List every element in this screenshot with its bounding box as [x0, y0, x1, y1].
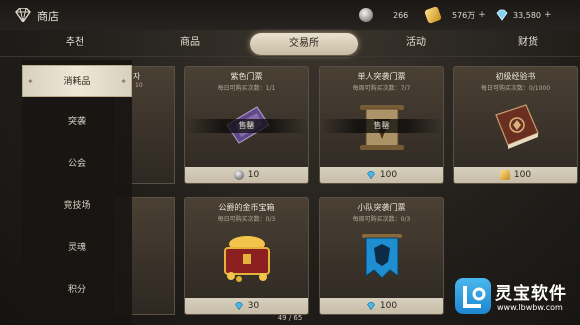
- category-sidebar: 消耗品 突袭 公会 竞技场 灵魂 积分: [22, 60, 132, 325]
- gold-coin-counter[interactable]: 576万 +: [424, 6, 486, 24]
- sidebar-item-arena[interactable]: 竞技场: [22, 190, 132, 222]
- card-limit: 每日可购买次数：1/1: [217, 85, 276, 92]
- shop-card-purple-ticket[interactable]: 紫色门票 每日可购买次数：1/1 售罄 10: [184, 66, 309, 184]
- watermark: 灵宝软件 www.lbwbw.com: [455, 272, 580, 322]
- page-title: 商店: [37, 10, 59, 23]
- card-price: 10: [247, 170, 260, 180]
- tab-recommend[interactable]: 추천: [35, 30, 115, 56]
- tab-wealth[interactable]: 财货: [488, 30, 568, 56]
- watermark-logo-icon: [455, 278, 491, 314]
- sidebar-item-points[interactable]: 积分: [22, 274, 132, 306]
- gold-coin-icon: [424, 6, 442, 24]
- shop-card-squad-raid-ticket[interactable]: 小队突袭门票 每周可购买次数：0/3 100: [319, 197, 444, 315]
- card-name: 公爵的金币宝箱: [218, 203, 275, 212]
- card-price: 30: [247, 301, 260, 311]
- add-diamond-button[interactable]: +: [544, 10, 552, 20]
- card-name: 紫色门票: [230, 72, 263, 81]
- gold-coin-icon: [499, 170, 510, 180]
- card-price: 100: [379, 170, 398, 180]
- card-name: 单人突袭门票: [357, 72, 406, 81]
- silver-coin-counter: 266: [359, 6, 408, 24]
- diamond-icon: [366, 171, 375, 180]
- sold-out-label: 售罄: [185, 119, 308, 133]
- sidebar-item-guild[interactable]: 公会: [22, 148, 132, 180]
- shop-card-exp-book[interactable]: 初级经验书 每日可购买次数：0/1000 100: [453, 66, 578, 184]
- exp-book-icon: [495, 104, 539, 149]
- diamond-icon: [496, 9, 508, 21]
- tab-exchange[interactable]: 交易所: [250, 33, 358, 55]
- card-limit: 每日可购买次数：0/1000: [480, 85, 551, 92]
- tab-events[interactable]: 活动: [376, 30, 456, 56]
- card-price: 100: [513, 170, 532, 180]
- top-bar: 商店 266 576万 + 33,580 +: [0, 0, 580, 30]
- diamond-icon: [234, 302, 243, 311]
- sidebar-item-consumables[interactable]: 消耗品: [22, 65, 132, 98]
- treasure-chest-icon: [224, 236, 270, 282]
- card-name: 小队突袭门票: [357, 203, 406, 212]
- price-bar: 100: [320, 298, 443, 314]
- price-bar: 30: [185, 298, 308, 314]
- diamond-icon: [366, 302, 375, 311]
- diamond-counter[interactable]: 33,580 +: [495, 6, 552, 24]
- card-price: 100: [379, 301, 398, 311]
- add-gold-button[interactable]: +: [478, 10, 486, 20]
- shop-card-solo-raid-ticket[interactable]: 单人突袭门票 每周可购买次数：7/7 售罄 100: [319, 66, 444, 184]
- watermark-text: 灵宝软件: [495, 284, 567, 304]
- card-limit: 每周可购买次数：0/3: [352, 216, 411, 223]
- price-bar: 100: [320, 167, 443, 183]
- shop-card-gold-chest[interactable]: 公爵的金币宝箱 每日可购买次数：0/3 30: [184, 197, 309, 315]
- shop-logo-icon: [15, 8, 31, 22]
- tab-goods[interactable]: 商品: [150, 30, 230, 56]
- blue-banner-icon: [362, 234, 402, 279]
- silver-coin-icon: [233, 170, 244, 180]
- sidebar-item-raid[interactable]: 突袭: [22, 106, 132, 138]
- card-limit: 每日可购买次数：0/3: [217, 216, 276, 223]
- silver-coin-icon: [359, 8, 373, 22]
- card-name: 初级经验书: [495, 72, 536, 81]
- main-tabs: 추천 商品 交易所 活动 财货: [0, 30, 580, 56]
- price-bar: 10: [185, 167, 308, 183]
- card-limit: 每周可购买次数：7/7: [352, 85, 411, 92]
- watermark-url: www.lbwbw.com: [497, 303, 563, 312]
- sidebar-item-soul[interactable]: 灵魂: [22, 232, 132, 264]
- tab-divider: [0, 56, 580, 57]
- sold-out-label: 售罄: [320, 119, 443, 133]
- price-bar: 100: [454, 167, 577, 183]
